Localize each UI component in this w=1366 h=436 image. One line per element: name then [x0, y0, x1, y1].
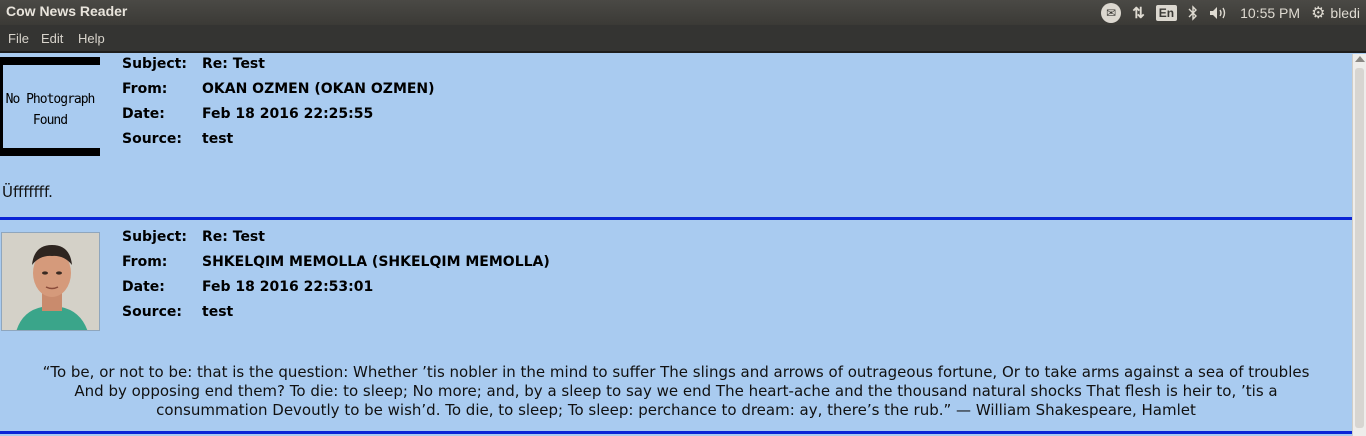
- user-name: bledi: [1330, 4, 1360, 21]
- source-label: Source:: [122, 131, 182, 147]
- bluetooth-icon[interactable]: [1188, 0, 1198, 25]
- from-label: From:: [122, 81, 168, 97]
- indicator-area: ✉ ⇅ En 10:55 PM ⚙ bledi: [1101, 0, 1360, 25]
- placeholder-line-1: No Photograph: [5, 92, 96, 107]
- message-post: No Photograph Found Subject: Re: Test Fro…: [0, 54, 1352, 217]
- date-value: Feb 18 2016 22:53:01: [202, 279, 374, 295]
- menu-help[interactable]: Help: [78, 31, 105, 46]
- from-value: OKAN OZMEN (OKAN OZMEN): [202, 81, 435, 97]
- vertical-scrollbar[interactable]: [1352, 54, 1366, 436]
- mail-icon[interactable]: ✉: [1101, 0, 1122, 25]
- keyboard-layout-indicator[interactable]: En: [1155, 0, 1178, 25]
- volume-icon[interactable]: [1209, 0, 1229, 25]
- date-label: Date:: [122, 106, 165, 122]
- network-icon[interactable]: ⇅: [1132, 0, 1145, 25]
- subject-label: Subject:: [122, 229, 187, 245]
- clock[interactable]: 10:55 PM: [1240, 0, 1300, 25]
- message-post: Subject: Re: Test From: SHKELQIM MEMOLLA (…: [0, 220, 1352, 431]
- menu-edit[interactable]: Edit: [41, 31, 63, 46]
- post-separator: [0, 431, 1352, 434]
- scroll-thumb[interactable]: [1355, 68, 1364, 428]
- date-label: Date:: [122, 279, 165, 295]
- body-line: consummation Devoutly to be wish’d. To d…: [156, 401, 1196, 419]
- menu-bar: File Edit Help: [0, 25, 1366, 53]
- source-label: Source:: [122, 304, 182, 320]
- language-label: En: [1155, 4, 1178, 21]
- menu-file[interactable]: File: [8, 31, 29, 46]
- user-session-menu[interactable]: ⚙ bledi: [1311, 0, 1360, 25]
- subject-value: Re: Test: [202, 56, 265, 72]
- from-label: From:: [122, 254, 168, 270]
- body-line: And by opposing end them? To die: to sle…: [74, 382, 1278, 400]
- source-value: test: [202, 304, 234, 320]
- body-line: “To be, or not to be: that is the questi…: [42, 363, 1310, 381]
- scroll-up-arrow-icon[interactable]: [1355, 56, 1365, 62]
- subject-value: Re: Test: [202, 229, 265, 245]
- app-title: Cow News Reader: [6, 3, 128, 19]
- message-body: Üfffffff.: [2, 183, 53, 201]
- system-top-panel: Cow News Reader ✉ ⇅ En 10:55 PM ⚙ bledi: [0, 0, 1366, 25]
- user-photo: [1, 232, 100, 331]
- message-body: “To be, or not to be: that is the questi…: [0, 363, 1352, 420]
- message-list[interactable]: No Photograph Found Subject: Re: Test Fro…: [0, 54, 1352, 436]
- date-value: Feb 18 2016 22:25:55: [202, 106, 374, 122]
- no-photo-placeholder: No Photograph Found: [0, 57, 100, 156]
- power-gear-icon: ⚙: [1311, 4, 1326, 22]
- source-value: test: [202, 131, 234, 147]
- subject-label: Subject:: [122, 56, 187, 72]
- placeholder-line-2: Found: [32, 113, 68, 128]
- from-value: SHKELQIM MEMOLLA (SHKELQIM MEMOLLA): [202, 254, 550, 270]
